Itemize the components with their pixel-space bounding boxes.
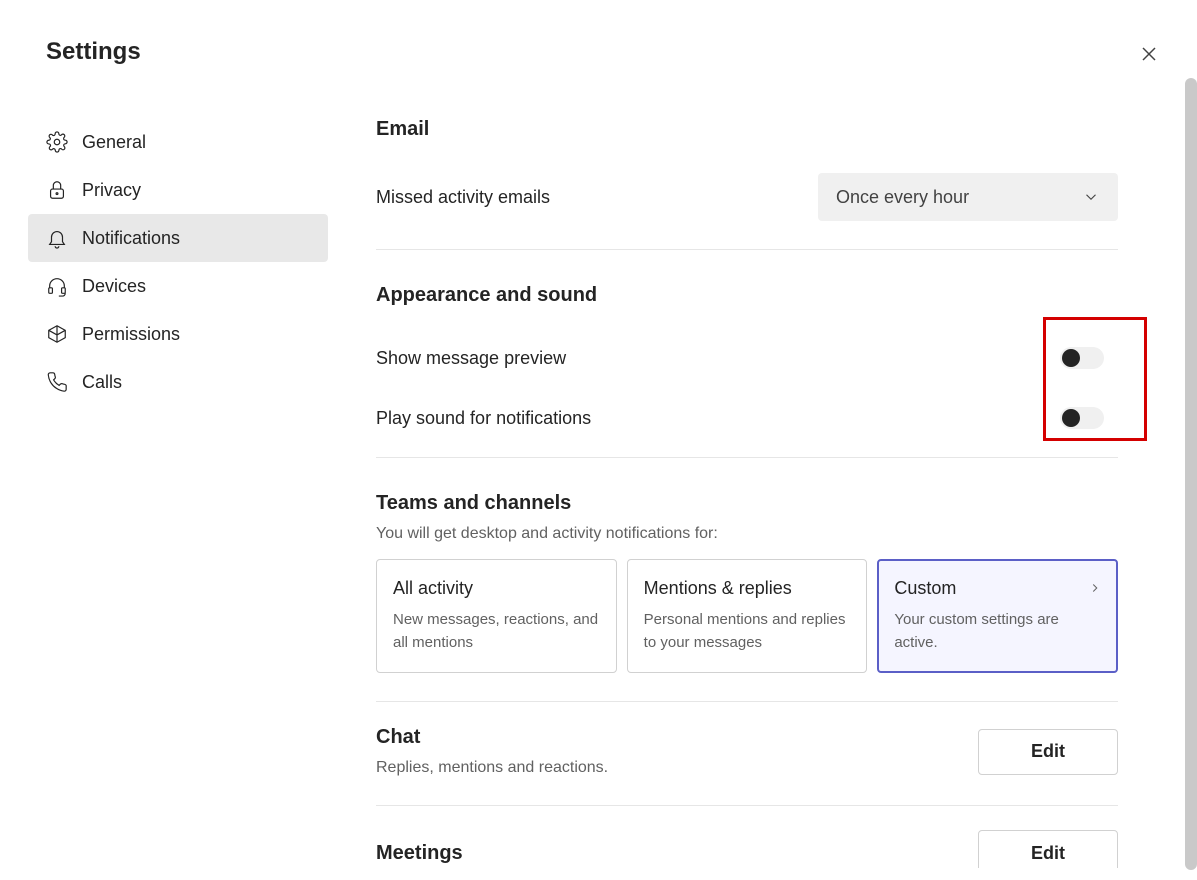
card-title: All activity bbox=[393, 578, 600, 599]
gear-icon bbox=[46, 131, 68, 153]
close-icon bbox=[1141, 46, 1157, 67]
sidebar-item-label: Privacy bbox=[82, 180, 141, 201]
card-desc: Your custom settings are active. bbox=[894, 609, 1101, 654]
phone-icon bbox=[46, 371, 68, 393]
close-button[interactable] bbox=[1137, 44, 1161, 68]
meetings-edit-button[interactable]: Edit bbox=[978, 830, 1118, 868]
divider bbox=[376, 249, 1118, 250]
show-message-preview-label: Show message preview bbox=[376, 348, 566, 369]
section-chat: Chat Replies, mentions and reactions. Ed… bbox=[376, 726, 1118, 806]
divider bbox=[376, 805, 1118, 806]
chevron-down-icon bbox=[1082, 188, 1100, 206]
section-appearance: Appearance and sound Show message previe… bbox=[376, 284, 1118, 458]
teams-subtext: You will get desktop and activity notifi… bbox=[376, 525, 1118, 543]
sidebar-item-notifications[interactable]: Notifications bbox=[28, 214, 328, 262]
chevron-right-icon bbox=[1088, 581, 1102, 595]
page-title: Settings bbox=[46, 38, 141, 66]
bell-icon bbox=[46, 227, 68, 249]
card-desc: New messages, reactions, and all mention… bbox=[393, 609, 600, 654]
settings-sidebar: General Privacy Notifications Devices Pe… bbox=[28, 118, 328, 406]
divider bbox=[376, 701, 1118, 702]
sidebar-item-label: Permissions bbox=[82, 324, 180, 345]
card-title: Custom bbox=[894, 578, 1101, 599]
card-custom[interactable]: Custom Your custom settings are active. bbox=[877, 559, 1118, 673]
card-title: Mentions & replies bbox=[644, 578, 851, 599]
missed-activity-emails-label: Missed activity emails bbox=[376, 187, 550, 208]
toggle-knob bbox=[1062, 349, 1080, 367]
headset-icon bbox=[46, 275, 68, 297]
section-title-meetings: Meetings bbox=[376, 842, 463, 865]
play-sound-toggle[interactable] bbox=[1060, 407, 1104, 429]
sidebar-item-calls[interactable]: Calls bbox=[28, 358, 328, 406]
section-meetings: Meetings Edit bbox=[376, 830, 1118, 868]
sidebar-item-label: Calls bbox=[82, 372, 122, 393]
play-sound-label: Play sound for notifications bbox=[376, 408, 591, 429]
section-teams: Teams and channels You will get desktop … bbox=[376, 492, 1118, 702]
chat-edit-button[interactable]: Edit bbox=[978, 729, 1118, 775]
section-title-teams: Teams and channels bbox=[376, 492, 1118, 515]
package-icon bbox=[46, 323, 68, 345]
sidebar-item-label: General bbox=[82, 132, 146, 153]
section-title-chat: Chat bbox=[376, 726, 608, 749]
toggle-knob bbox=[1062, 409, 1080, 427]
sidebar-item-general[interactable]: General bbox=[28, 118, 328, 166]
sidebar-item-permissions[interactable]: Permissions bbox=[28, 310, 328, 358]
sidebar-item-devices[interactable]: Devices bbox=[28, 262, 328, 310]
divider bbox=[376, 457, 1118, 458]
section-email: Email Missed activity emails Once every … bbox=[376, 118, 1118, 250]
select-value: Once every hour bbox=[836, 187, 969, 208]
card-desc: Personal mentions and replies to your me… bbox=[644, 609, 851, 654]
section-title-appearance: Appearance and sound bbox=[376, 284, 1118, 307]
sidebar-item-label: Notifications bbox=[82, 228, 180, 249]
lock-icon bbox=[46, 179, 68, 201]
missed-activity-emails-select[interactable]: Once every hour bbox=[818, 173, 1118, 221]
section-title-email: Email bbox=[376, 118, 1118, 141]
settings-content: Email Missed activity emails Once every … bbox=[376, 118, 1118, 868]
card-all-activity[interactable]: All activity New messages, reactions, an… bbox=[376, 559, 617, 673]
button-label: Edit bbox=[1031, 843, 1065, 864]
sidebar-item-label: Devices bbox=[82, 276, 146, 297]
chat-subtext: Replies, mentions and reactions. bbox=[376, 759, 608, 777]
card-mentions-replies[interactable]: Mentions & replies Personal mentions and… bbox=[627, 559, 868, 673]
button-label: Edit bbox=[1031, 741, 1065, 762]
show-message-preview-toggle[interactable] bbox=[1060, 347, 1104, 369]
sidebar-item-privacy[interactable]: Privacy bbox=[28, 166, 328, 214]
vertical-scrollbar[interactable] bbox=[1185, 78, 1197, 870]
